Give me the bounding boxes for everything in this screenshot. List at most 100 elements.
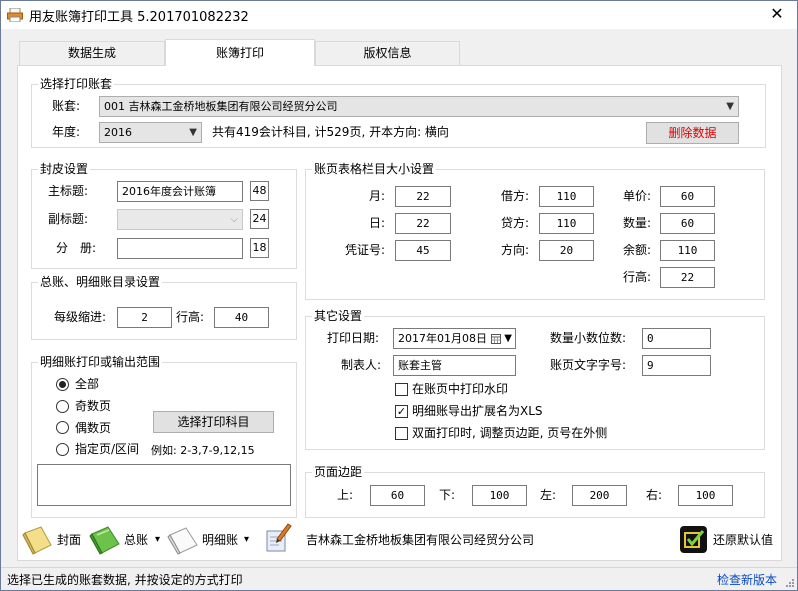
main-title-label: 主标题: xyxy=(48,184,89,198)
voucher-label: 凭证号: xyxy=(345,243,386,257)
volume-font-size[interactable]: 18 xyxy=(250,238,269,258)
margin-bottom-label: 下: xyxy=(439,488,456,502)
radio-all-label: 全部 xyxy=(75,377,100,391)
margin-left-input[interactable]: 200 xyxy=(572,485,627,506)
restore-defaults-button[interactable]: 还原默认值 xyxy=(679,525,779,555)
margin-right-input[interactable]: 100 xyxy=(678,485,733,506)
company-name: 吉林森工金桥地板集团有限公司经贸分公司 xyxy=(306,533,535,547)
catalog-row-height-input[interactable]: 40 xyxy=(214,307,269,328)
export-xls-label: 明细账导出扩展名为XLS xyxy=(412,404,543,418)
row-height-input[interactable]: 22 xyxy=(660,267,715,288)
tab-ledger-print[interactable]: 账簿打印 xyxy=(165,39,315,66)
debit-width-input[interactable]: 110 xyxy=(539,186,594,207)
detail-ledger-label: 明细账 xyxy=(202,533,239,547)
column-size-group: 账页表格栏目大小设置 月: 22 日: 22 凭证号: 45 借方: 110 贷… xyxy=(305,161,765,300)
sub-title-select[interactable]: ⌵ xyxy=(117,209,243,230)
detail-ledger-button[interactable]: 明细账 ▾ xyxy=(167,525,255,555)
range-example: 例如: 2-3,7-9,12,15 xyxy=(151,444,255,457)
main-title-font-size[interactable]: 48 xyxy=(250,181,269,201)
restore-defaults-label: 还原默认值 xyxy=(713,533,774,547)
tab-bar: 数据生成 账簿打印 版权信息 xyxy=(17,39,467,66)
cover-label: 封面 xyxy=(57,533,82,547)
account-select[interactable]: 001 吉林森工金桥地板集团有限公司经贸分公司 ▼ xyxy=(99,96,739,117)
radio-odd-pages[interactable] xyxy=(56,400,69,413)
watermark-label: 在账页中打印水印 xyxy=(412,382,509,396)
year-select-value: 2016 xyxy=(104,126,132,139)
delete-data-button[interactable]: 删除数据 xyxy=(646,122,739,144)
direction-width-input[interactable]: 20 xyxy=(539,240,594,261)
title-bar: 用友账簿打印工具 5.201701082232 ✕ xyxy=(1,1,797,29)
green-book-icon xyxy=(89,526,120,555)
year-select[interactable]: 2016 ▼ xyxy=(99,122,202,143)
quantity-label: 数量: xyxy=(623,216,652,230)
printer-app-icon xyxy=(7,8,23,22)
indent-input[interactable]: 2 xyxy=(117,307,172,328)
ledger-print-panel: 选择打印账套 账套: 001 吉林森工金桥地板集团有限公司经贸分公司 ▼ 年度:… xyxy=(17,65,782,561)
maker-label: 制表人: xyxy=(341,358,382,372)
tab-copyright[interactable]: 版权信息 xyxy=(315,41,460,65)
margin-bottom-input[interactable]: 100 xyxy=(472,485,527,506)
volume-input[interactable] xyxy=(117,238,243,259)
sub-title-label: 副标题: xyxy=(48,212,89,226)
margin-right-label: 右: xyxy=(646,488,663,502)
book-cover-icon xyxy=(22,526,52,555)
main-window: 用友账簿打印工具 5.201701082232 ✕ 数据生成 账簿打印 版权信息… xyxy=(0,0,798,591)
radio-specified-pages[interactable] xyxy=(56,443,69,456)
volume-label: 分 册: xyxy=(56,241,97,255)
balance-width-input[interactable]: 110 xyxy=(660,240,715,261)
maker-input[interactable]: 账套主管 xyxy=(393,355,516,376)
debit-label: 借方: xyxy=(501,189,530,203)
radio-all[interactable] xyxy=(56,378,69,391)
main-title-input[interactable]: 2016年度会计账簿 xyxy=(117,181,243,202)
general-ledger-label: 总账 xyxy=(124,533,149,547)
balance-label: 余额: xyxy=(623,243,652,257)
pen-document-icon[interactable] xyxy=(263,521,293,553)
export-xls-checkbox[interactable]: ✓ xyxy=(395,405,408,418)
close-button[interactable]: ✕ xyxy=(763,3,791,25)
check-update-link[interactable]: 检查新版本 xyxy=(717,571,777,588)
cover-settings-group: 封皮设置 主标题: 2016年度会计账簿 48 副标题: ⌵ 24 分 册: 1… xyxy=(31,161,297,269)
day-width-input[interactable]: 22 xyxy=(395,213,451,234)
group-title: 其它设置 xyxy=(312,308,365,324)
decimals-input[interactable]: 0 xyxy=(642,328,711,349)
unit-price-width-input[interactable]: 60 xyxy=(660,186,715,207)
row-height-label: 行高: xyxy=(623,270,652,284)
group-title: 页面边距 xyxy=(312,464,365,480)
margin-top-input[interactable]: 60 xyxy=(370,485,425,506)
radio-even-label: 偶数页 xyxy=(75,421,112,435)
group-title: 封皮设置 xyxy=(38,161,91,177)
window-title: 用友账簿打印工具 5.201701082232 xyxy=(29,10,249,25)
white-book-icon xyxy=(167,527,198,555)
year-label: 年度: xyxy=(52,125,81,139)
credit-width-input[interactable]: 110 xyxy=(539,213,594,234)
select-account-group: 选择打印账套 账套: 001 吉林森工金桥地板集团有限公司经贸分公司 ▼ 年度:… xyxy=(31,76,766,148)
chevron-down-icon: ▼ xyxy=(189,127,197,138)
voucher-width-input[interactable]: 45 xyxy=(395,240,451,261)
page-range-input[interactable] xyxy=(37,464,291,506)
decimals-label: 数量小数位数: xyxy=(550,331,627,345)
font-size-input[interactable]: 9 xyxy=(642,355,711,376)
duplex-margin-checkbox[interactable] xyxy=(395,427,408,440)
resize-grip-icon[interactable] xyxy=(785,578,795,588)
other-settings-group: 其它设置 打印日期: 2017年01月08日 ▼ 数量小数位数: 0 制表人: … xyxy=(305,308,765,450)
watermark-checkbox[interactable] xyxy=(395,383,408,396)
cover-print-button[interactable]: 封面 xyxy=(21,525,85,555)
page-margin-group: 页面边距 上: 60 下: 100 左: 200 右: 100 xyxy=(305,464,765,518)
print-date-picker[interactable]: 2017年01月08日 ▼ xyxy=(393,328,516,349)
margin-left-label: 左: xyxy=(540,488,557,502)
tab-data-generation[interactable]: 数据生成 xyxy=(19,41,165,65)
month-width-input[interactable]: 22 xyxy=(395,186,451,207)
direction-label: 方向: xyxy=(501,243,530,257)
quantity-width-input[interactable]: 60 xyxy=(660,213,715,234)
group-title: 总账、明细账目录设置 xyxy=(38,274,163,290)
font-size-label: 账页文字字号: xyxy=(550,358,627,372)
account-summary: 共有419会计科目, 计529页, 开本方向: 横向 xyxy=(212,125,449,139)
radio-even-pages[interactable] xyxy=(56,421,69,434)
credit-label: 贷方: xyxy=(501,216,530,230)
chevron-down-icon: ▼ xyxy=(504,333,512,344)
select-subject-button[interactable]: 选择打印科目 xyxy=(153,411,274,433)
sub-title-font-size[interactable]: 24 xyxy=(250,209,269,229)
general-ledger-button[interactable]: 总账 ▾ xyxy=(89,525,165,555)
chevron-down-icon: ▾ xyxy=(155,534,161,545)
indent-label: 每级缩进: xyxy=(54,310,107,324)
